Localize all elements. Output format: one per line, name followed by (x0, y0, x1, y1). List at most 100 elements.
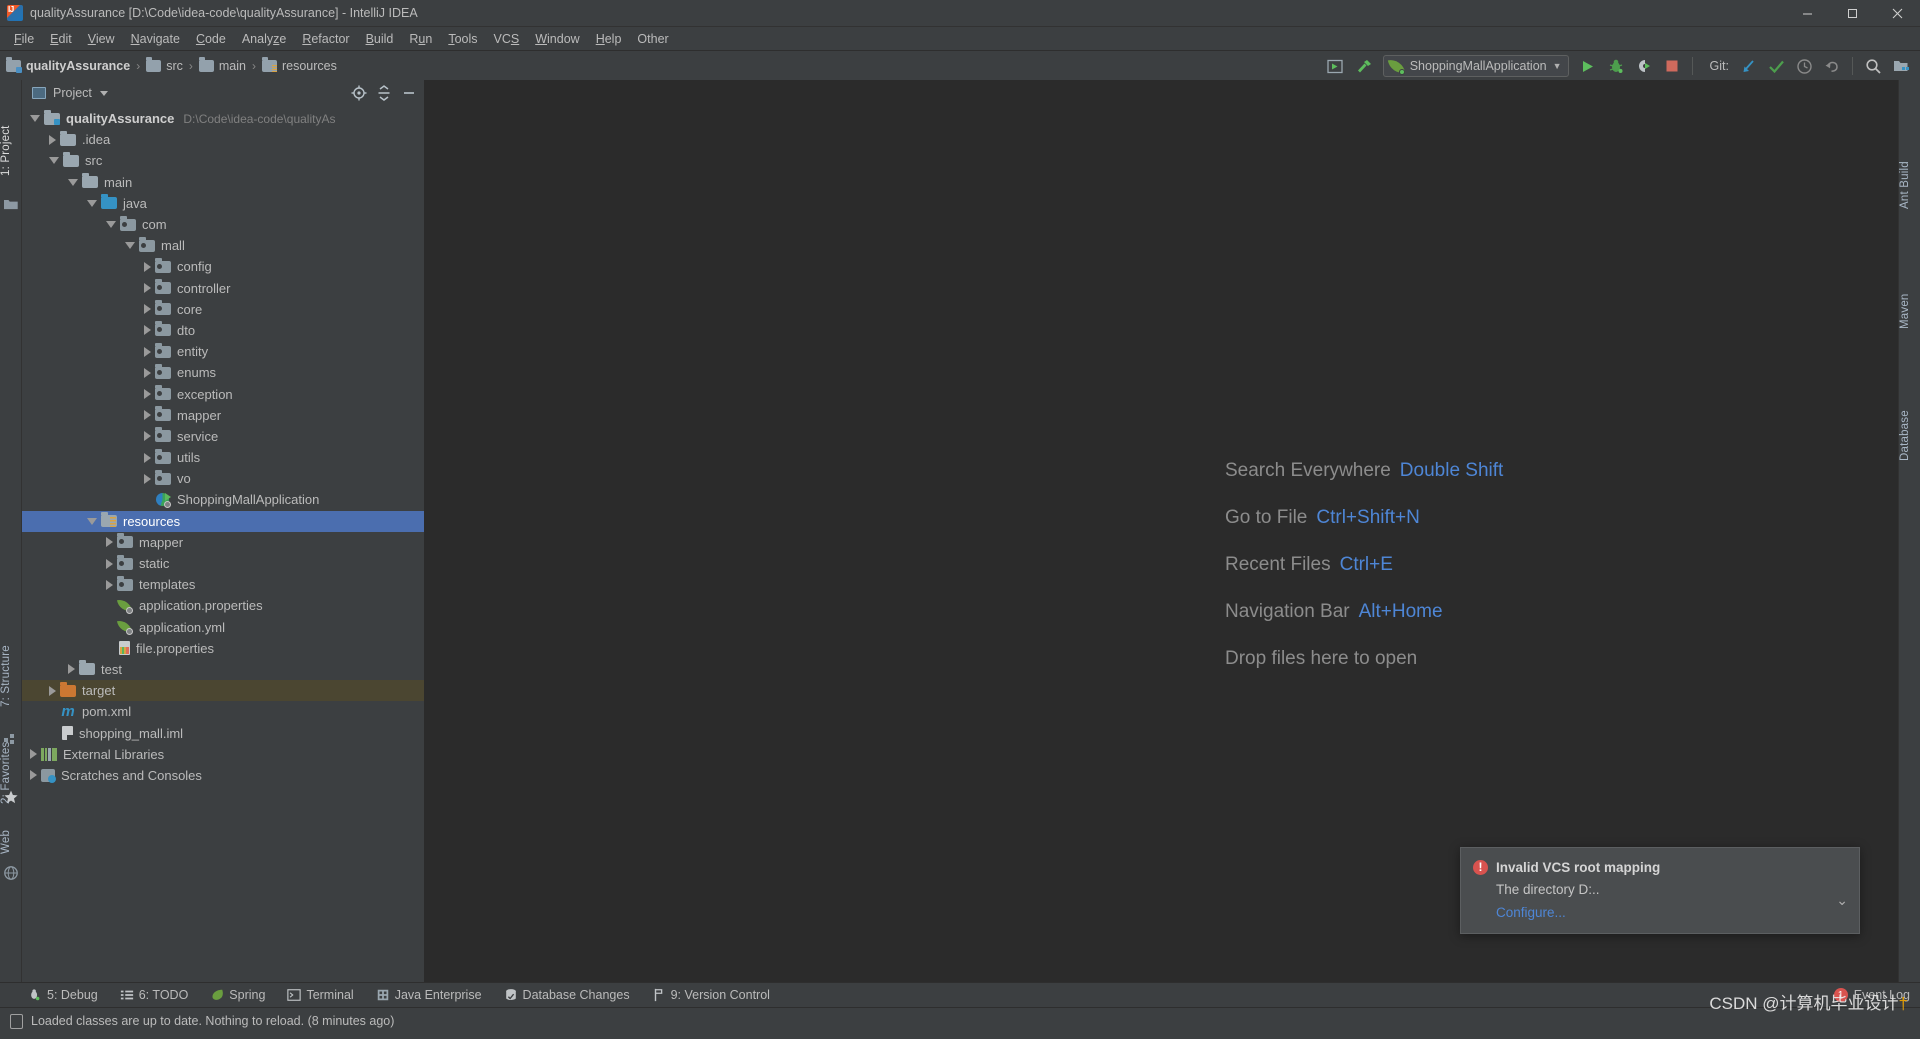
tree-node-external-libraries[interactable]: External Libraries (22, 744, 424, 765)
menu-file[interactable]: FFileile (6, 30, 42, 48)
minimize-icon[interactable] (398, 82, 420, 104)
maximize-button[interactable] (1830, 0, 1875, 27)
bottom-item-database-changes[interactable]: Database Changes (504, 988, 630, 1002)
tree-node-resources[interactable]: resources (22, 510, 424, 532)
menu-window[interactable]: Window (527, 30, 587, 48)
notification-popup[interactable]: Invalid VCS root mapping The directory D… (1460, 847, 1860, 934)
twisty-collapsed-icon[interactable] (144, 325, 151, 336)
twisty-expanded-icon[interactable] (30, 115, 40, 123)
git-pull-icon[interactable] (1735, 54, 1761, 78)
menu-refactor[interactable]: Refactor (294, 30, 357, 48)
tree-node-config[interactable]: config (22, 256, 424, 277)
twisty-expanded-icon[interactable] (87, 199, 97, 207)
breadcrumb-item-resources[interactable]: resources (261, 56, 337, 73)
twisty-collapsed-icon[interactable] (144, 452, 151, 463)
bottom-item-debug[interactable]: 5: Debug (28, 988, 98, 1002)
bottom-item-terminal[interactable]: Terminal (287, 988, 354, 1002)
star-icon[interactable] (4, 790, 18, 804)
configure-link[interactable]: Configure... (1496, 905, 1845, 920)
tree-node-file-properties[interactable]: file.properties (22, 638, 424, 659)
bottom-item-version-control[interactable]: 9: Version Control (652, 988, 770, 1002)
twisty-collapsed-icon[interactable] (144, 473, 151, 484)
menu-run[interactable]: Run (401, 30, 440, 48)
target-icon[interactable] (348, 82, 370, 104)
tree-node-controller[interactable]: controller (22, 278, 424, 299)
menu-help[interactable]: Help (588, 30, 630, 48)
tree-node-main[interactable]: main (22, 172, 424, 193)
sidebar-item-web[interactable]: Web (0, 822, 22, 862)
bottom-item-todo[interactable]: 6: TODO (120, 988, 188, 1002)
sidebar-item-database[interactable]: Database (1899, 398, 1920, 474)
menu-tools[interactable]: Tools (440, 30, 485, 48)
chevron-down-icon[interactable]: ⌄ (1836, 892, 1848, 909)
undo-icon[interactable] (1819, 54, 1845, 78)
twisty-expanded-icon[interactable] (68, 178, 78, 186)
breadcrumb-item-main[interactable]: main (198, 56, 246, 73)
twisty-collapsed-icon[interactable] (144, 346, 151, 357)
twisty-collapsed-icon[interactable] (144, 367, 151, 378)
twisty-collapsed-icon[interactable] (144, 261, 151, 272)
menu-build[interactable]: Build (358, 30, 402, 48)
menu-other[interactable]: Other (629, 30, 676, 48)
sidebar-item-favorites[interactable]: 2: Favorites (0, 725, 22, 821)
tree-node-com[interactable]: com (22, 214, 424, 235)
sidebar-item-maven[interactable]: Maven (1899, 280, 1920, 342)
tree-node-service[interactable]: service (22, 426, 424, 447)
menu-view[interactable]: View (80, 30, 123, 48)
project-structure-icon[interactable] (1888, 54, 1914, 78)
twisty-collapsed-icon[interactable] (144, 389, 151, 400)
twisty-collapsed-icon[interactable] (106, 537, 113, 548)
twisty-collapsed-icon[interactable] (144, 431, 151, 442)
tree-node-templates[interactable]: templates (22, 574, 424, 595)
editor-area[interactable]: Search Everywhere Double Shift Go to File C… (425, 80, 1898, 982)
bottom-item-java-enterprise[interactable]: Java Enterprise (376, 988, 482, 1002)
twisty-collapsed-icon[interactable] (106, 558, 113, 569)
menu-edit[interactable]: Edit (42, 30, 80, 48)
project-structure-icon[interactable] (4, 198, 18, 212)
tree-node--idea[interactable]: .idea (22, 129, 424, 150)
tree-node-static[interactable]: static (22, 553, 424, 574)
tree-node-mapper[interactable]: mapper (22, 532, 424, 553)
git-commit-check-icon[interactable] (1763, 54, 1789, 78)
twisty-collapsed-icon[interactable] (30, 749, 37, 760)
twisty-collapsed-icon[interactable] (144, 410, 151, 421)
tree-node-enums[interactable]: enums (22, 362, 424, 383)
menu-navigate[interactable]: Navigate (123, 30, 188, 48)
twisty-collapsed-icon[interactable] (144, 283, 151, 294)
menu-vcs[interactable]: VCS (486, 30, 528, 48)
play-icon[interactable] (1575, 54, 1601, 78)
select-in-icon[interactable] (1323, 54, 1349, 78)
tree-node-exception[interactable]: exception (22, 383, 424, 404)
tree-node-shopping-mall-iml[interactable]: shopping_mall.iml (22, 722, 424, 743)
breadcrumb-item-src[interactable]: src (146, 56, 183, 73)
sidebar-item-structure[interactable]: 7: Structure (0, 628, 22, 724)
twisty-expanded-icon[interactable] (49, 157, 59, 165)
twisty-collapsed-icon[interactable] (49, 134, 56, 145)
twisty-collapsed-icon[interactable] (30, 770, 37, 781)
tree-node-entity[interactable]: entity (22, 341, 424, 362)
tree-node-utils[interactable]: utils (22, 447, 424, 468)
breadcrumb-item-qualityassurance[interactable]: qualityAssurance (6, 56, 130, 73)
tree-node-shoppingmallapplication[interactable]: ShoppingMallApplication (22, 489, 424, 510)
run-configuration-selector[interactable]: ShoppingMallApplication ▼ (1382, 55, 1569, 77)
tree-node-application-properties[interactable]: application.properties (22, 595, 424, 616)
tree-node-java[interactable]: java (22, 193, 424, 214)
twisty-collapsed-icon[interactable] (144, 304, 151, 315)
tree-node-vo[interactable]: vo (22, 468, 424, 489)
tree-node-application-yml[interactable]: application.yml (22, 617, 424, 638)
tree-node-core[interactable]: core (22, 299, 424, 320)
menu-analyze[interactable]: Analyze (234, 30, 294, 48)
twisty-expanded-icon[interactable] (106, 221, 116, 229)
minimize-button[interactable] (1785, 0, 1830, 27)
clock-icon[interactable] (1791, 54, 1817, 78)
sidebar-item-ant-build[interactable]: Ant Build (1899, 146, 1920, 224)
chevron-down-icon[interactable] (99, 90, 108, 96)
twisty-expanded-icon[interactable] (87, 517, 97, 525)
twisty-collapsed-icon[interactable] (49, 685, 56, 696)
tree-node-pom-xml[interactable]: m pom.xml (22, 701, 424, 722)
sidebar-item-project[interactable]: 1: Project (0, 114, 22, 188)
tree-node-target[interactable]: target (22, 680, 424, 702)
tree-node-mall[interactable]: mall (22, 235, 424, 256)
stop-icon[interactable] (1659, 54, 1685, 78)
hammer-icon[interactable] (1351, 54, 1377, 78)
